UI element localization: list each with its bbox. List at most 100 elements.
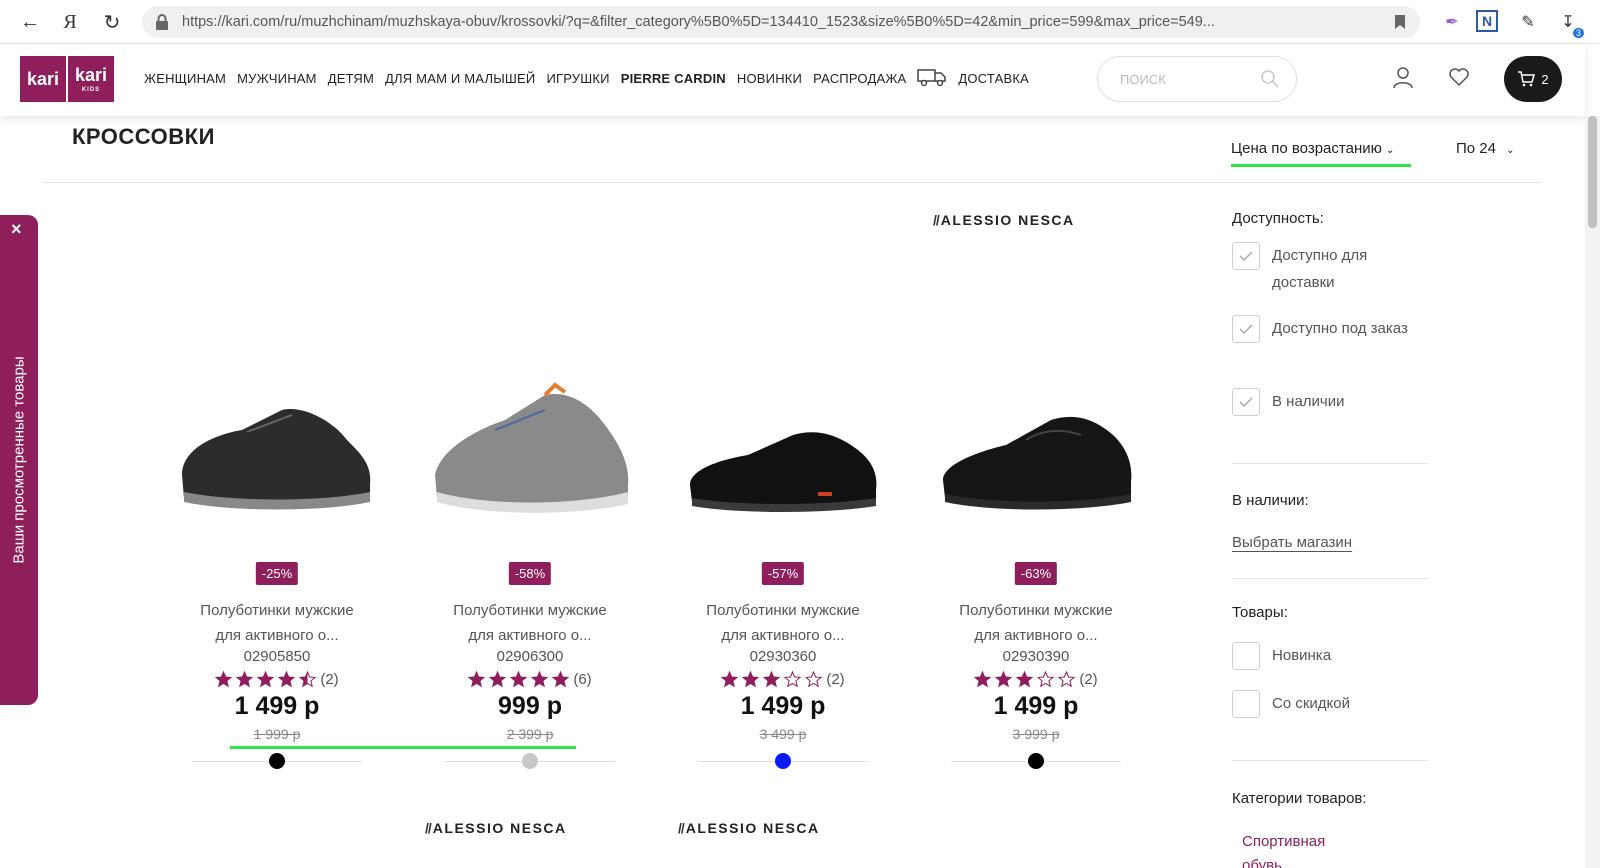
divider [1232, 578, 1428, 579]
star-empty-icon [784, 671, 802, 688]
checkbox-preorder[interactable] [1232, 315, 1260, 343]
star-filled-icon [236, 671, 254, 688]
yandex-icon[interactable]: Я [50, 0, 90, 44]
star-filled-icon [531, 671, 549, 688]
menu-item-delivery[interactable]: ДОСТАВКА [958, 71, 1029, 87]
price: 1 499 р [993, 692, 1079, 720]
product-name[interactable]: Полуботинки мужские для активного о... [911, 598, 1161, 648]
checkbox-new[interactable] [1232, 642, 1260, 670]
back-icon[interactable]: ← [10, 0, 50, 44]
n-extension-icon[interactable]: N [1476, 10, 1498, 32]
checkbox-label: В наличии [1272, 393, 1345, 410]
product-name[interactable]: Полуботинки мужские для активного о... [658, 598, 908, 648]
divider [42, 182, 1542, 183]
product-card[interactable]: -57% Полуботинки мужские для активного о.… [658, 380, 908, 780]
star-filled-icon [763, 671, 781, 688]
color-swatch[interactable] [269, 753, 285, 769]
download-icon[interactable]: ↧ 3 [1556, 10, 1584, 38]
menu-item-men[interactable]: МУЖЧИНАМ [237, 71, 317, 87]
review-count: (2) [826, 671, 845, 688]
check-icon [1239, 324, 1253, 334]
checkbox-delivery[interactable] [1232, 242, 1260, 270]
brand-slash-icon: // [425, 820, 432, 836]
sort-highlight-underline [1231, 164, 1411, 167]
product-name[interactable]: Полуботинки мужские для активного о... [405, 598, 655, 648]
page-title: КРОССОВКИ [72, 124, 215, 149]
discount-badge: -25% [255, 562, 299, 585]
sort-dropdown[interactable]: Цена по возрастанию ⌄ [1231, 140, 1411, 167]
product-name[interactable]: Полуботинки мужские для активного о... [152, 598, 402, 648]
product-code: 02930360 [749, 648, 817, 665]
menu-item-toys[interactable]: ИГРУШКИ [546, 71, 609, 87]
viewed-products-label: Ваши просмотренные товары [10, 356, 28, 564]
per-page-dropdown[interactable]: По 24 ⌄ [1456, 140, 1515, 157]
rating: (2) [658, 671, 908, 688]
discount-badge: -63% [1014, 562, 1058, 585]
cart-count: 2 [1541, 71, 1549, 87]
brand-logo: //ALESSIO NESCA [678, 820, 820, 836]
chevron-down-icon: ⌄ [1386, 145, 1395, 156]
heart-icon[interactable] [1448, 66, 1470, 88]
address-bar[interactable]: https://kari.com/ru/muzhchinam/muzhskaya… [142, 6, 1420, 38]
viewed-products-panel[interactable]: × Ваши просмотренные товары [0, 215, 38, 705]
scrollbar-track[interactable] [1585, 116, 1600, 868]
product-code: 02905850 [243, 648, 311, 665]
checkbox-label: Новинка [1272, 647, 1332, 664]
price: 1 499 р [234, 692, 320, 720]
download-badge: 3 [1572, 28, 1584, 38]
star-empty-icon [805, 671, 823, 688]
browser-toolbar: ← Я ↻ https://kari.com/ru/muzhchinam/muz… [0, 0, 1600, 44]
star-filled-icon [278, 671, 296, 688]
color-swatch[interactable] [1028, 753, 1044, 769]
product-card[interactable]: -63% Полуботинки мужские для активного о.… [911, 380, 1161, 780]
close-icon[interactable]: × [11, 219, 22, 240]
in-stock-title: В наличии: [1232, 492, 1309, 509]
rating: (6) [405, 671, 655, 688]
feather-extension-icon[interactable]: ✒ [1440, 10, 1464, 34]
search-icon[interactable] [1260, 69, 1280, 89]
product-name-line: для активного о... [721, 627, 845, 644]
kari-logo[interactable]: kari kari KIDS [20, 56, 114, 102]
sneaker-image [943, 416, 1132, 510]
category-sport-shoes[interactable]: Спортивная обувь [1242, 830, 1362, 868]
product-card[interactable]: -25% Полуботинки мужские для активного о.… [152, 380, 402, 780]
product-name-line: для активного о... [468, 627, 592, 644]
menu-item-sale[interactable]: РАСПРОДАЖА [813, 71, 906, 87]
checkbox-in-stock[interactable] [1232, 388, 1260, 416]
review-count: (2) [320, 671, 339, 688]
lock-icon [156, 14, 168, 30]
price: 999 р [498, 692, 562, 720]
price: 1 499 р [740, 692, 826, 720]
brand-logo: //ALESSIO NESCA [933, 212, 1075, 228]
old-price: 1 999 р [253, 726, 301, 742]
menu-item-new[interactable]: НОВИНКИ [737, 71, 802, 87]
star-filled-icon [995, 671, 1013, 688]
menu-item-pierre-cardin[interactable]: PIERRE CARDIN [621, 71, 726, 87]
search-input[interactable]: ПОИСК [1097, 56, 1297, 102]
checkbox-discount[interactable] [1232, 690, 1260, 718]
brand-slash-icon: // [933, 212, 940, 228]
reload-icon[interactable]: ↻ [92, 0, 132, 44]
menu-item-kids[interactable]: ДЕТЯМ [328, 71, 374, 87]
user-icon[interactable] [1392, 66, 1414, 90]
logo-subtext: KIDS [81, 86, 101, 93]
choose-store-link[interactable]: Выбрать магазин [1232, 534, 1352, 551]
cart-icon [1518, 71, 1536, 87]
divider [1232, 463, 1428, 464]
translate-icon[interactable]: ✎ [1516, 10, 1540, 34]
bookmark-icon[interactable] [1394, 14, 1406, 30]
star-filled-icon [552, 671, 570, 688]
product-card[interactable]: -58% Полуботинки мужские для активного о.… [405, 380, 655, 780]
color-swatch[interactable] [522, 753, 538, 769]
product-name-line: для активного о... [215, 627, 339, 644]
star-filled-icon [974, 671, 992, 688]
cart-button[interactable]: 2 [1504, 56, 1562, 102]
menu-item-moms-babies[interactable]: ДЛЯ МАМ И МАЛЫШЕЙ [385, 71, 535, 87]
checkbox-label: Доступно для доставки [1272, 247, 1368, 291]
star-filled-icon [510, 671, 528, 688]
menu-item-women[interactable]: ЖЕНЩИНАМ [144, 71, 226, 87]
color-swatch[interactable] [775, 753, 791, 769]
discount-badge: -57% [761, 562, 805, 585]
sneaker-image [435, 382, 629, 513]
scrollbar-thumb[interactable] [1588, 116, 1597, 228]
